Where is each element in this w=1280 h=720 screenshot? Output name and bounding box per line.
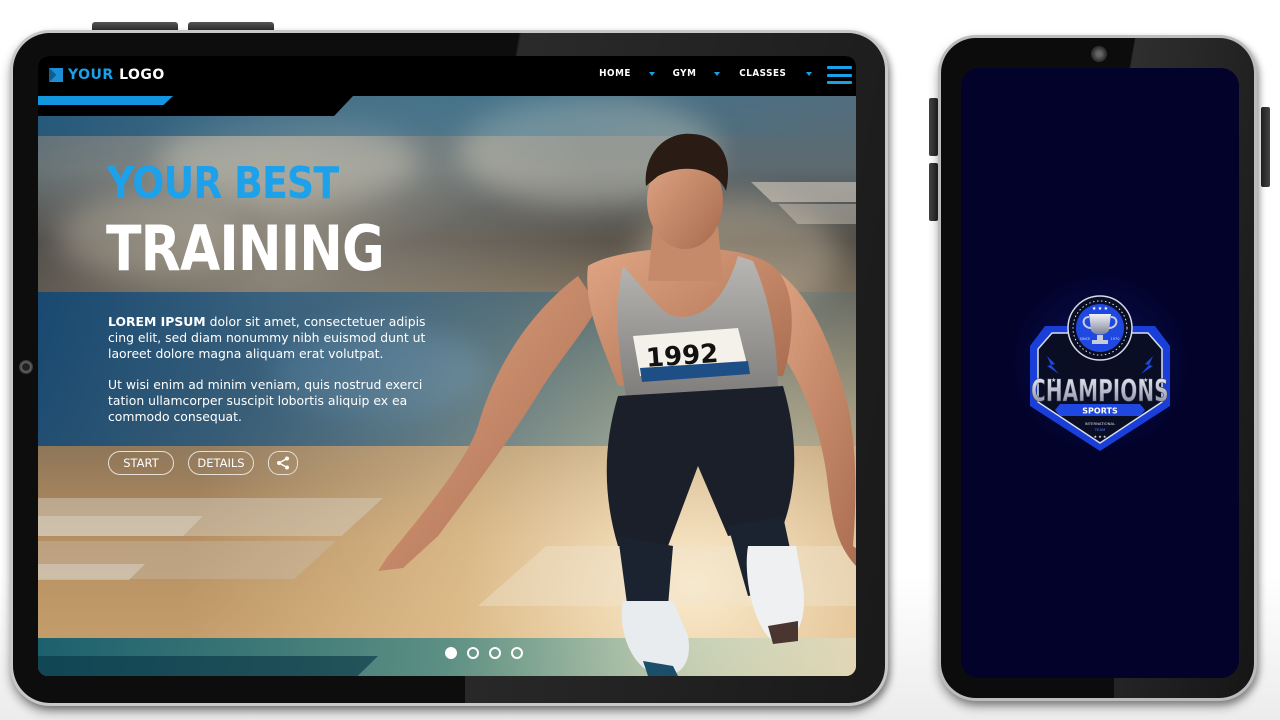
decor-stripe [38, 516, 203, 536]
carousel-dot[interactable] [445, 647, 457, 659]
logo-text-second: LOGO [119, 67, 165, 83]
caret-down-icon [649, 71, 656, 76]
svg-text:★ ★ ★: ★ ★ ★ [1094, 434, 1107, 439]
hero-actions: START DETAILS [108, 451, 298, 475]
hero-paragraph-2: Ut wisi enim ad minim veniam, quis nostr… [108, 377, 423, 424]
tablet-screen: 1992 YOUR LOGO HOME GYM CLASSES YOUR BES… [38, 56, 856, 676]
details-button[interactable]: DETAILS [188, 451, 254, 475]
caret-down-icon [806, 71, 812, 76]
badge-title: CHAMPIONS [1031, 373, 1169, 408]
nav-item-label: CLASSES [739, 68, 787, 79]
hero-paragraph-lead: LOREM IPSUM [108, 314, 206, 329]
decor-band [38, 656, 378, 676]
race-bib-number: 1992 [645, 339, 719, 374]
champions-badge: ★ ★ ★ SINCE 1970 ★ ★ CHAMPIONS SPORTS IN… [1030, 295, 1170, 451]
decor-stripe [38, 564, 145, 580]
phone-camera [1091, 46, 1107, 62]
site-logo[interactable]: YOUR LOGO [49, 67, 165, 83]
svg-text:★ ★ ★: ★ ★ ★ [1092, 306, 1109, 312]
share-button[interactable] [268, 451, 298, 475]
nav-item-home[interactable]: HOME [597, 68, 656, 79]
phone-screen: ★ ★ ★ SINCE 1970 ★ ★ CHAMPIONS SPORTS IN… [961, 68, 1239, 678]
carousel-dot[interactable] [489, 647, 501, 659]
carousel-dot[interactable] [511, 647, 523, 659]
phone-volume-up-button [929, 98, 938, 156]
tablet-camera [19, 360, 33, 374]
hero-title-line1: YOUR BEST [107, 158, 339, 209]
caret-down-icon [714, 71, 721, 76]
badge-ribbon-text: SPORTS [1082, 407, 1118, 416]
tablet-device: 1992 YOUR LOGO HOME GYM CLASSES YOUR BES… [10, 30, 888, 706]
logo-mark-icon [49, 68, 63, 82]
carousel-indicators [445, 647, 523, 659]
phone-power-button [1261, 107, 1270, 187]
phone-device: ★ ★ ★ SINCE 1970 ★ ★ CHAMPIONS SPORTS IN… [938, 35, 1257, 701]
badge-year-label: 1970 [1111, 337, 1120, 341]
tablet-bezel: 1992 YOUR LOGO HOME GYM CLASSES YOUR BES… [13, 33, 885, 703]
logo-text-first: YOUR [68, 67, 114, 83]
site-header: YOUR LOGO HOME GYM CLASSES [38, 56, 856, 96]
badge-sub1: INTERNATIONAL [1085, 421, 1116, 426]
badge-since-label: SINCE [1080, 337, 1091, 341]
start-button[interactable]: START [108, 451, 174, 475]
phone-bezel: ★ ★ ★ SINCE 1970 ★ ★ CHAMPIONS SPORTS IN… [941, 38, 1254, 698]
phone-volume-down-button [929, 163, 938, 221]
header-accent-bar [38, 96, 173, 105]
nav-item-classes[interactable]: CLASSES [736, 68, 812, 79]
nav-item-label: GYM [672, 68, 697, 79]
hamburger-menu-icon[interactable] [827, 66, 852, 84]
nav-item-label: HOME [599, 68, 632, 79]
hero-title-line2: TRAINING [106, 212, 385, 285]
badge-sub2: TEAM [1094, 427, 1106, 432]
nav-item-gym[interactable]: GYM [671, 68, 721, 79]
share-icon [277, 456, 289, 470]
carousel-dot[interactable] [467, 647, 479, 659]
main-nav: HOME GYM CLASSES [597, 68, 812, 79]
hero-paragraph-1: LOREM IPSUM dolor sit amet, consectetuer… [108, 314, 438, 362]
